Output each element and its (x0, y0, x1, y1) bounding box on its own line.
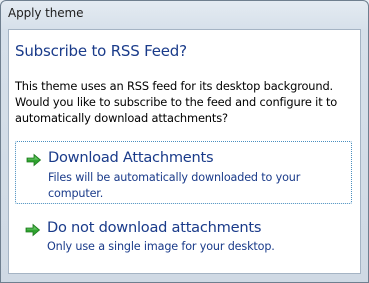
command-link-do-not-download[interactable]: Do not download attachments Only use a s… (15, 212, 352, 258)
command-link-title: Do not download attachments (47, 219, 262, 236)
command-link-title: Download Attachments (48, 149, 214, 166)
dialog-content: Subscribe to RSS Feed? This theme uses a… (8, 29, 361, 274)
command-link-download-attachments[interactable]: Download Attachments Files will be autom… (15, 141, 352, 204)
green-arrow-icon (26, 153, 42, 167)
command-link-note: Only use a single image for your desktop… (47, 240, 275, 253)
title-bar[interactable]: Apply theme (1, 1, 368, 29)
window-title: Apply theme (8, 6, 84, 20)
dialog-window: Apply theme Subscribe to RSS Feed? This … (0, 0, 369, 283)
main-instruction: Subscribe to RSS Feed? (15, 42, 187, 60)
command-link-note: Files will be automatically downloaded t… (48, 171, 301, 200)
content-text: This theme uses an RSS feed for its desk… (15, 79, 338, 125)
green-arrow-icon (25, 223, 41, 237)
